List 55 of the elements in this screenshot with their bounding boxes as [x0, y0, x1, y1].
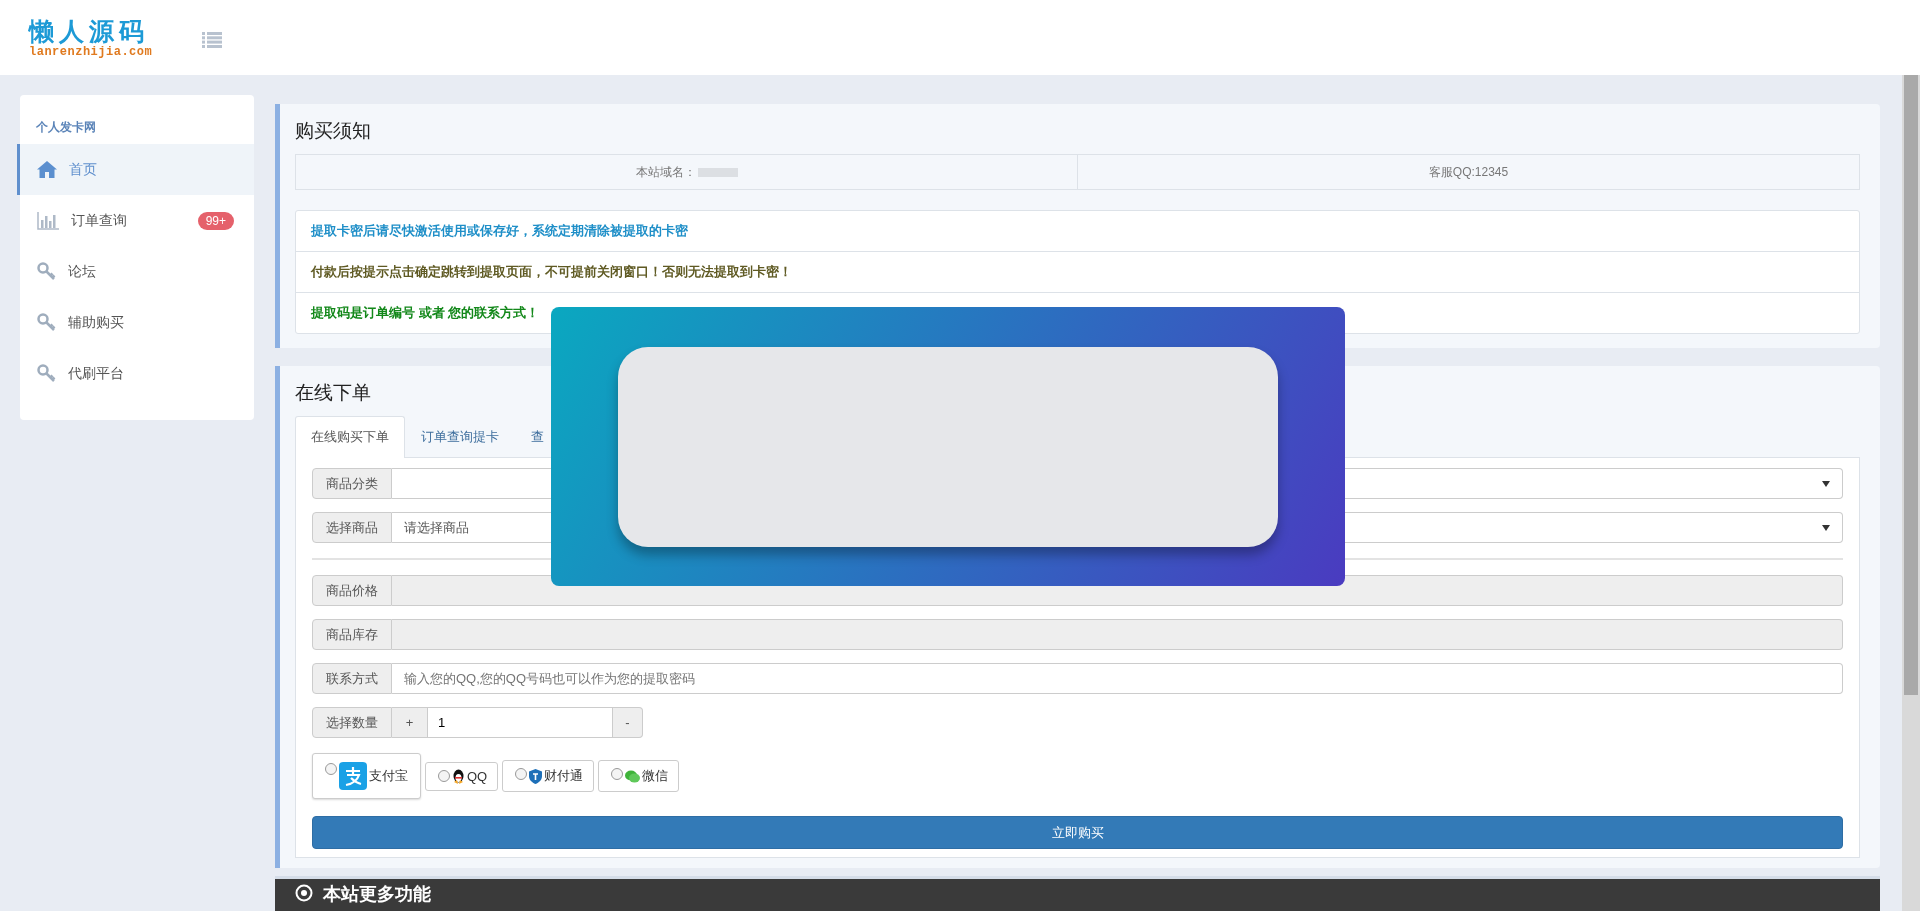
- payment-option[interactable]: 微信: [598, 760, 680, 792]
- count-badge: 99+: [197, 211, 234, 230]
- notice-message: 付款后按提示点击确定跳转到提取页面，不可提前关闭窗口！否则无法提取到卡密！: [296, 251, 1859, 292]
- field-label: 商品库存: [312, 619, 392, 650]
- sidebar-heading: 个人发卡网: [35, 119, 97, 136]
- sidebar-item-label: 辅助购买: [68, 313, 125, 332]
- tab[interactable]: 在线购买下单: [295, 416, 405, 458]
- bar-chart-icon: [37, 211, 59, 230]
- sidebar-item-label: 首页: [69, 160, 98, 179]
- increment-button[interactable]: +: [392, 707, 428, 738]
- field-label: 商品价格: [312, 575, 392, 606]
- key-icon: [37, 364, 56, 383]
- logo-subtitle: lanrenzhijia.com: [29, 44, 153, 59]
- caret-icon: [1822, 480, 1830, 487]
- home-icon: [37, 161, 57, 178]
- tab[interactable]: 订单查询提卡: [405, 416, 515, 457]
- sidebar-item[interactable]: 论坛: [17, 246, 254, 297]
- panel-title: 购买须知: [295, 119, 372, 143]
- sidebar-item-label: 订单查询: [71, 211, 128, 230]
- radio-button[interactable]: [438, 769, 450, 782]
- payment-option[interactable]: 财付通: [502, 760, 595, 792]
- buy-now-button[interactable]: 立即购买: [312, 816, 1843, 849]
- panel-title: 本站更多功能: [323, 884, 431, 904]
- scrollbar-thumb[interactable]: [1904, 75, 1918, 695]
- input-field[interactable]: [392, 619, 1843, 650]
- radio-button[interactable]: [325, 763, 337, 775]
- radio-button[interactable]: [515, 768, 528, 780]
- key-icon: [37, 262, 56, 281]
- field-label: 选择数量: [312, 707, 392, 738]
- field-label: 联系方式: [312, 663, 392, 694]
- alipay-icon: [339, 762, 367, 790]
- payment-option[interactable]: 支付宝: [312, 753, 421, 799]
- radio-button[interactable]: [611, 768, 624, 780]
- info-text: 本站域名：: [635, 163, 696, 181]
- sidebar-item[interactable]: 代刷平台: [17, 348, 254, 399]
- payment-option[interactable]: QQ: [425, 761, 499, 791]
- info-text: 客服QQ:12345: [1428, 163, 1509, 181]
- sidebar-item[interactable]: 订单查询 99+: [17, 195, 254, 246]
- decrement-button[interactable]: -: [613, 707, 643, 738]
- panel-title: 在线下单: [295, 381, 372, 405]
- sidebar-item[interactable]: 辅助购买: [17, 297, 254, 348]
- menu-icon[interactable]: [202, 31, 223, 48]
- sidebar-item-label: 论坛: [68, 262, 97, 281]
- quantity-field[interactable]: 1: [428, 707, 613, 738]
- field-label: 选择商品: [312, 512, 392, 543]
- penguin-icon: [452, 768, 465, 784]
- chat-bubbles-icon: [625, 769, 641, 783]
- notice-message: 提取卡密后请尽快激活使用或保存好，系统定期清除被提取的卡密: [310, 222, 689, 240]
- key-icon: [37, 313, 56, 332]
- sidebar-item-label: 代刷平台: [68, 364, 125, 383]
- shield-icon: [529, 768, 543, 784]
- caret-icon: [1822, 524, 1830, 531]
- target-icon: [295, 884, 313, 902]
- input-field[interactable]: 输入您的QQ,您的QQ号码也可以作为您的提取密码: [392, 663, 1843, 694]
- field-label: 商品分类: [312, 468, 392, 499]
